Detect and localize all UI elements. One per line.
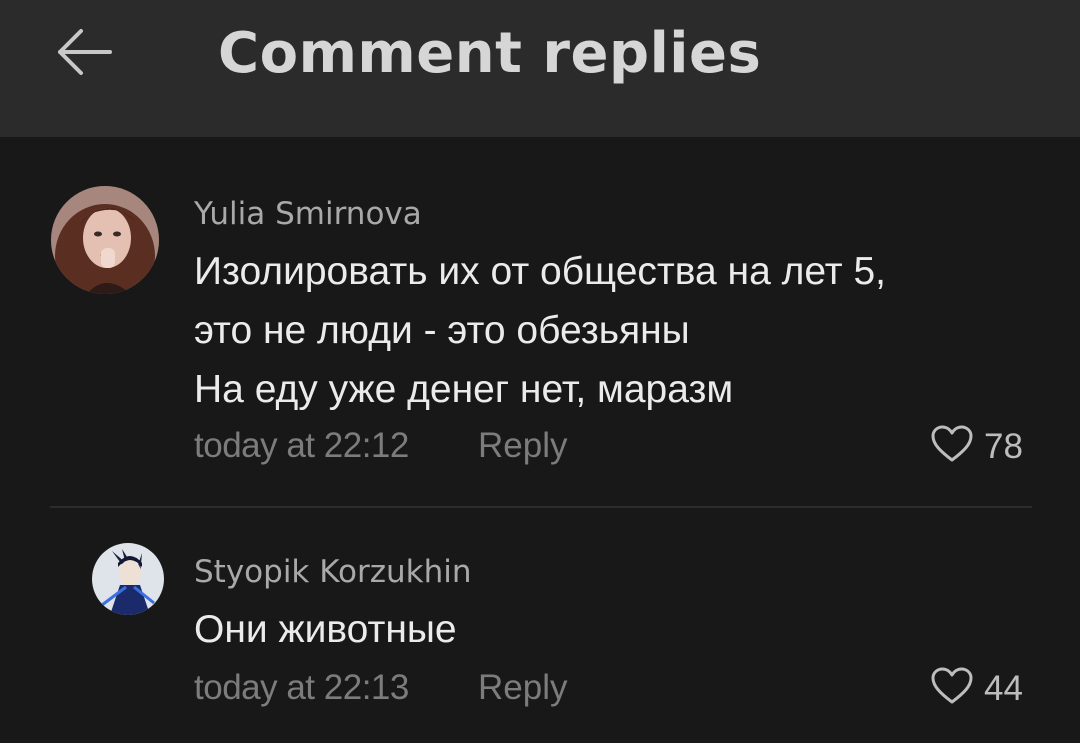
header-bar: Comment replies	[0, 0, 1080, 137]
avatar[interactable]	[92, 543, 164, 615]
reply-button[interactable]: Reply	[478, 666, 567, 710]
like-count: 78	[984, 426, 1023, 466]
back-button[interactable]	[52, 24, 116, 84]
like-button[interactable]: 78	[930, 424, 1023, 469]
like-button[interactable]: 44	[930, 666, 1023, 711]
heart-icon	[930, 666, 974, 711]
comment-text-line: Изолировать их от общества на лет 5,	[194, 250, 886, 293]
reply-button[interactable]: Reply	[478, 424, 567, 468]
like-count: 44	[984, 668, 1023, 708]
comment-timestamp: today at 22:13	[194, 668, 409, 707]
comment-timestamp: today at 22:12	[194, 426, 409, 465]
heart-icon	[930, 424, 974, 469]
page-title: Comment replies	[218, 21, 762, 86]
user-avatar-anime-icon	[92, 543, 164, 615]
divider	[50, 506, 1032, 508]
user-avatar-photo-icon	[51, 186, 159, 294]
comment-text-line: Они животные	[194, 608, 457, 651]
comment-author[interactable]: Styopik Korzukhin	[194, 552, 472, 592]
arrow-left-icon	[54, 22, 114, 87]
comment-text-line: На еду уже денег нет, маразм	[194, 368, 734, 411]
avatar[interactable]	[51, 186, 159, 294]
comment-author[interactable]: Yulia Smirnova	[194, 194, 422, 234]
comment-text-line: это не люди - это обезьяны	[194, 309, 690, 352]
